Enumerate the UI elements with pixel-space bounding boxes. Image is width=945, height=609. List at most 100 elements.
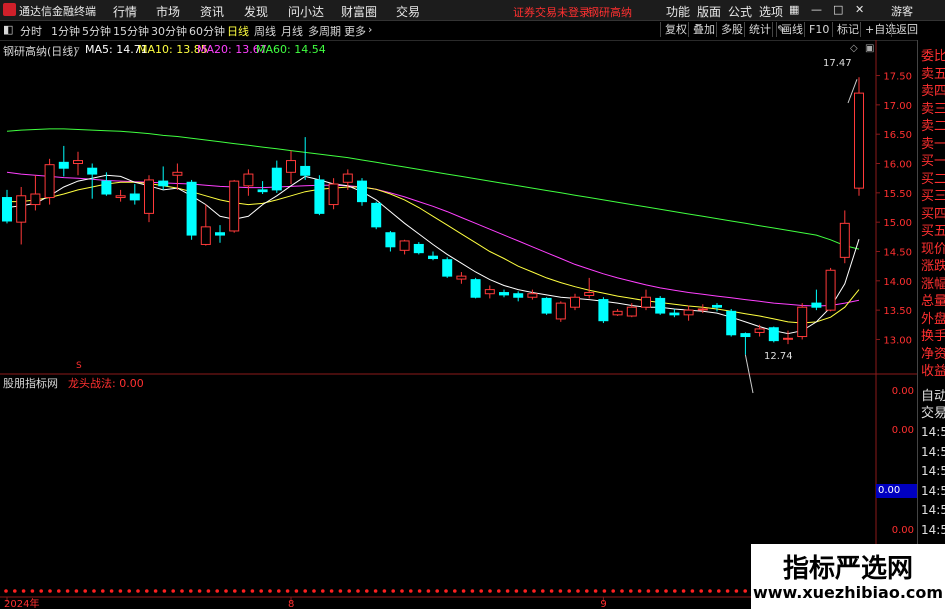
signal-dot	[215, 589, 219, 593]
candle-body	[541, 297, 552, 314]
menu-market-quotes[interactable]: 行情	[113, 3, 137, 20]
candle-body	[44, 164, 55, 199]
tab-weekly[interactable]: 周线	[254, 23, 276, 39]
diamond-icon[interactable]: ◇	[850, 43, 858, 54]
y-tick-label: 17.00	[883, 101, 912, 112]
close-icon[interactable]: ✕	[855, 3, 864, 16]
candle-body	[243, 173, 254, 187]
candle-body	[456, 275, 467, 280]
signal-dot	[470, 589, 475, 593]
grid-icon[interactable]: ▦	[789, 3, 799, 16]
candle-body	[286, 160, 296, 173]
overlay-button[interactable]: 叠加	[688, 22, 719, 37]
user-guest[interactable]: 游客	[891, 3, 913, 19]
legend-dropdown-icon[interactable]: ▿	[74, 43, 80, 56]
candle-body	[399, 240, 410, 251]
signal-dot	[461, 589, 466, 593]
watermark-url: www.xuezhibiao.com	[752, 583, 944, 602]
trade-login-notice[interactable]: 证券交易未登录	[513, 4, 590, 20]
menu-news[interactable]: 资讯	[200, 3, 224, 20]
chevron-right-icon[interactable]: ›	[368, 23, 372, 36]
time-label: 14:56	[921, 425, 945, 439]
side-label: 现价	[921, 241, 945, 257]
current-stock-name: 钢研高纳	[588, 6, 632, 19]
candle-body	[555, 302, 566, 320]
signal-dot	[356, 589, 360, 593]
tab-1min[interactable]: 1分钟	[51, 23, 80, 39]
menu-formula[interactable]: 公式	[728, 3, 752, 20]
menu-options[interactable]: 选项	[759, 3, 783, 20]
menu-discover[interactable]: 发现	[244, 3, 268, 20]
y-tick-label: 13.00	[883, 335, 912, 346]
candle-body	[158, 180, 169, 187]
tab-5min[interactable]: 5分钟	[82, 23, 111, 39]
statistics-button[interactable]: 统计	[744, 22, 775, 37]
signal-dot	[39, 589, 43, 593]
signal-dot	[505, 589, 510, 593]
menu-function[interactable]: 功能	[666, 3, 690, 20]
signal-dot	[57, 589, 61, 593]
signal-dot	[558, 589, 563, 593]
signal-dot	[329, 589, 334, 593]
tab-more[interactable]: 更多	[344, 23, 366, 39]
x-tick-label: 9	[600, 599, 606, 609]
draw-line-button[interactable]: 画线	[776, 22, 807, 37]
candle-body	[172, 171, 183, 176]
signal-dot	[549, 589, 554, 593]
tab-monthly[interactable]: 月线	[281, 23, 303, 39]
tab-30min[interactable]: 30分钟	[151, 23, 187, 39]
indicator-value: 龙头战法: 0.00	[68, 377, 144, 390]
candle-body	[30, 193, 41, 206]
candle-body	[342, 173, 353, 183]
f10-button[interactable]: F10	[804, 22, 833, 37]
menu-trade[interactable]: 交易	[396, 3, 420, 20]
date-axis: 2024年 8 9	[4, 597, 607, 609]
quote-side-panel: 委比 卖五 卖四 卖三 卖二 卖一 买一 买二 买三 买四 买五 现价 涨跌 涨幅 总量 外盘 换手 净资 收益 自动…	[917, 40, 945, 609]
x-tick-label: 8	[288, 599, 294, 609]
signal-dot	[725, 589, 730, 593]
window-icon[interactable]: ▣	[865, 43, 874, 54]
menu-market[interactable]: 市场	[156, 3, 180, 20]
tab-intraday[interactable]: 分时	[20, 23, 42, 39]
candle-body	[413, 243, 424, 254]
restore-rights-button[interactable]: 复权	[660, 22, 691, 37]
candle-body	[328, 183, 339, 206]
candle-body	[697, 308, 708, 311]
menu-wealth-circle[interactable]: 财富圈	[341, 3, 377, 20]
tab-60min[interactable]: 60分钟	[189, 23, 225, 39]
candle-body	[357, 180, 367, 203]
candle-body	[740, 333, 751, 338]
sell-signal-marker: S	[76, 361, 82, 371]
candle-body	[101, 180, 112, 195]
signal-dot	[717, 589, 721, 593]
candle-body	[314, 179, 325, 214]
signal-dot	[180, 589, 184, 593]
signal-dot	[690, 589, 695, 593]
kline-chart[interactable]: 17.50 17.00 16.50 16.00 15.50 15.00 14.50 14.00…	[0, 40, 917, 609]
tab-15min[interactable]: 15分钟	[113, 23, 149, 39]
maximize-icon[interactable]: □	[833, 3, 843, 16]
side-label: 卖三	[921, 101, 945, 117]
tab-multi-period[interactable]: 多周期	[308, 23, 341, 39]
mark-button[interactable]: 标记	[832, 22, 863, 37]
candle-body	[655, 297, 666, 314]
candle-body	[484, 289, 495, 295]
candle-body	[144, 179, 154, 214]
side-auto-trade-label[interactable]: 交易	[921, 402, 945, 421]
candle-body	[73, 160, 83, 165]
candle-body	[371, 202, 382, 228]
menu-ask-xiaoda[interactable]: 问小达	[288, 3, 324, 20]
sidebar-toggle-icon[interactable]: ◧	[3, 23, 13, 36]
tab-daily[interactable]: 日线	[227, 23, 249, 39]
menu-layout[interactable]: 版面	[697, 3, 721, 20]
signal-dot	[681, 589, 686, 593]
signal-dot	[373, 589, 378, 593]
minimize-icon[interactable]: —	[811, 3, 822, 16]
candle-body	[257, 189, 268, 193]
signal-dot	[153, 589, 158, 593]
multi-stock-button[interactable]: 多股	[716, 22, 747, 37]
signal-dot	[312, 589, 316, 593]
candle-body	[58, 161, 69, 169]
signal-dot	[391, 589, 396, 593]
low-price-annotation: 12.74	[764, 351, 793, 362]
